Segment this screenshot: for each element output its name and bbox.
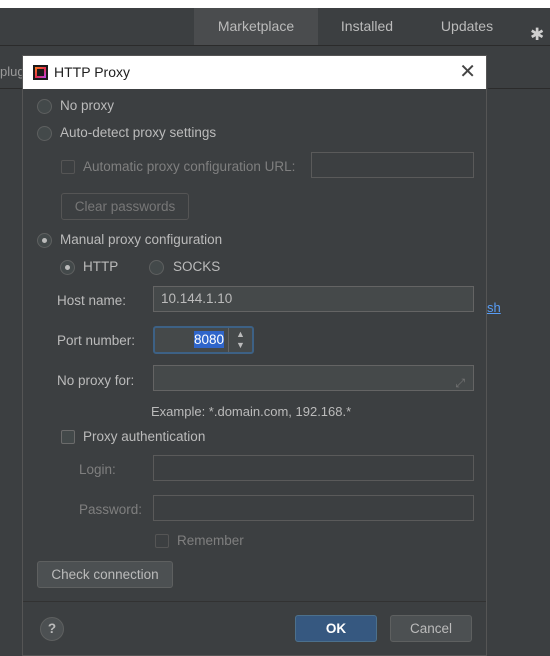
tab-installed[interactable]: Installed [318, 8, 416, 45]
help-icon[interactable]: ? [40, 617, 64, 641]
login-label: Login: [79, 462, 116, 477]
socks-label[interactable]: SOCKS [173, 259, 220, 274]
remember-label: Remember [177, 533, 244, 548]
socks-radio[interactable] [149, 260, 164, 275]
example-hint: Example: *.domain.com, 192.168.* [151, 404, 352, 419]
port-number-value[interactable]: 8080 [193, 331, 224, 348]
http-radio[interactable] [60, 260, 75, 275]
password-label: Password: [79, 502, 143, 517]
clear-passwords-button[interactable]: Clear passwords [61, 193, 189, 220]
password-input[interactable] [153, 495, 474, 521]
http-label[interactable]: HTTP [83, 259, 118, 274]
manual-proxy-label[interactable]: Manual proxy configuration [60, 232, 222, 247]
auto-detect-radio[interactable] [37, 126, 52, 141]
background-link[interactable]: sh [487, 300, 501, 315]
auto-config-url-field[interactable] [311, 152, 474, 178]
remember-checkbox[interactable] [155, 534, 169, 548]
background-right-panel [488, 46, 550, 656]
manual-proxy-radio[interactable] [37, 233, 52, 248]
no-proxy-for-input[interactable]: ⤢ [153, 365, 474, 391]
close-icon[interactable]: ✕ [459, 56, 476, 89]
dialog-titlebar: HTTP Proxy ✕ [23, 56, 486, 89]
spinner-arrows-icon[interactable]: ▲ ▼ [228, 328, 252, 352]
cancel-button[interactable]: Cancel [390, 615, 472, 642]
proxy-auth-checkbox[interactable] [61, 430, 75, 444]
auto-detect-label[interactable]: Auto-detect proxy settings [60, 125, 216, 140]
login-input[interactable] [153, 455, 474, 481]
footer-separator [23, 601, 486, 602]
dialog-title: HTTP Proxy [54, 64, 130, 80]
plugins-tabs-bar: Marketplace Installed Updates ✱ [0, 8, 550, 46]
proxy-auth-label[interactable]: Proxy authentication [83, 429, 205, 444]
auto-config-url-label: Automatic proxy configuration URL: [83, 159, 296, 174]
check-connection-button[interactable]: Check connection [37, 561, 173, 588]
auto-config-url-checkbox[interactable] [61, 160, 75, 174]
host-name-label: Host name: [57, 293, 127, 308]
host-name-input[interactable]: 10.144.1.10 [153, 286, 474, 312]
http-proxy-dialog: HTTP Proxy ✕ No proxy Auto-detect proxy … [22, 55, 487, 656]
background-left-panel [0, 46, 22, 656]
port-number-spinner[interactable]: 8080 ▲ ▼ [153, 326, 254, 354]
tab-updates[interactable]: Updates [430, 8, 504, 45]
no-proxy-label[interactable]: No proxy [60, 98, 114, 113]
ok-button[interactable]: OK [295, 615, 377, 642]
background-separator [0, 88, 22, 89]
no-proxy-for-label: No proxy for: [57, 373, 135, 388]
background-left-label: plug [0, 64, 25, 79]
app-icon [33, 65, 48, 80]
expand-icon[interactable]: ⤢ [455, 371, 465, 395]
no-proxy-radio[interactable] [37, 99, 52, 114]
background-right-separator [488, 88, 550, 89]
port-number-label: Port number: [57, 333, 136, 348]
window-top-strip [0, 0, 550, 8]
tab-marketplace[interactable]: Marketplace [194, 8, 318, 45]
